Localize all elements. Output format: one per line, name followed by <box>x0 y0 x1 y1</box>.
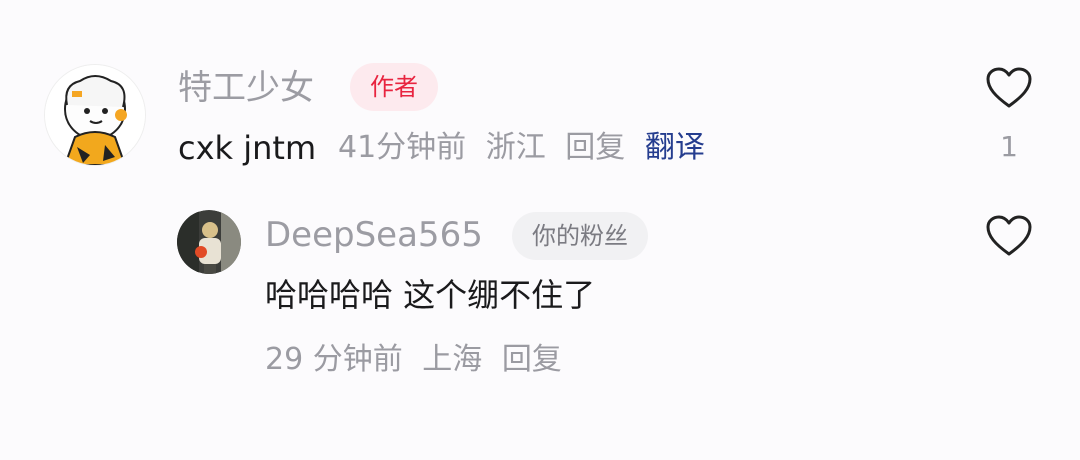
heart-outline-icon <box>986 67 1032 108</box>
comment-text: cxk jntm <box>178 129 317 167</box>
heart-outline-icon <box>986 215 1032 256</box>
comment-time: 41分钟前 <box>338 130 467 165</box>
comment-like-button[interactable] <box>985 66 1033 114</box>
reply-username[interactable]: DeepSea565 <box>265 215 483 255</box>
reply-meta: 29 分钟前 上海 回复 <box>265 340 572 380</box>
reply-location: 上海 <box>422 342 483 377</box>
comment-username[interactable]: 特工少女 <box>178 68 314 108</box>
comment-reply-link[interactable]: 回复 <box>565 130 625 165</box>
reply-like-button[interactable] <box>985 214 1033 262</box>
avatar-photo <box>177 210 241 274</box>
reply-reply-link[interactable]: 回复 <box>502 342 562 377</box>
reply-avatar[interactable] <box>177 210 241 274</box>
avatar-illustration <box>45 65 145 165</box>
reply-time: 29 分钟前 <box>265 342 403 377</box>
reply-text: 哈哈哈哈 这个绷不住了 <box>265 276 596 314</box>
author-avatar[interactable] <box>44 64 146 166</box>
comment-location: 浙江 <box>485 130 546 165</box>
comment-translate-link[interactable]: 翻译 <box>645 130 705 165</box>
comment-meta: 41分钟前 浙江 回复 翻译 <box>338 128 715 168</box>
author-badge: 作者 <box>350 63 438 111</box>
fan-badge: 你的粉丝 <box>512 212 648 260</box>
comment-like-count: 1 <box>1000 130 1018 163</box>
